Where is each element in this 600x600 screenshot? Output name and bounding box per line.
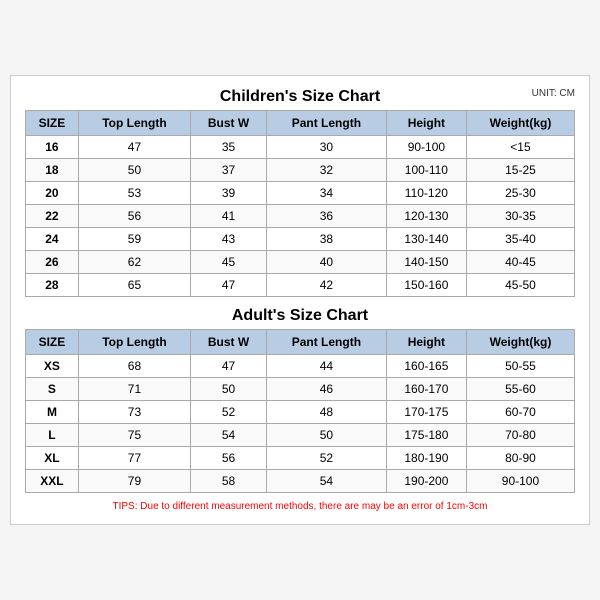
adult-col-header-size: SIZE — [26, 330, 79, 355]
table-row: XXL795854190-20090-100 — [26, 470, 575, 493]
chart-container: Children's Size Chart UNIT: CM SIZE Top … — [10, 75, 590, 525]
col-header-top-length: Top Length — [78, 111, 190, 136]
col-header-weight: Weight(kg) — [466, 111, 574, 136]
table-row: XL775652180-19080-90 — [26, 447, 575, 470]
adult-col-header-height: Height — [386, 330, 466, 355]
adult-col-header-bust-w: Bust W — [191, 330, 267, 355]
children-title: Children's Size Chart UNIT: CM — [25, 88, 575, 106]
table-row: 24594338130-14035-40 — [26, 228, 575, 251]
children-table: SIZE Top Length Bust W Pant Length Heigh… — [25, 110, 575, 297]
col-header-height: Height — [386, 111, 466, 136]
table-row: 22564136120-13030-35 — [26, 205, 575, 228]
col-header-pant-length: Pant Length — [266, 111, 386, 136]
table-row: L755450175-18070-80 — [26, 424, 575, 447]
adult-title: Adult's Size Chart — [25, 307, 575, 325]
table-row: XS684744160-16550-55 — [26, 355, 575, 378]
table-row: 1647353090-100<15 — [26, 136, 575, 159]
col-header-bust-w: Bust W — [191, 111, 267, 136]
col-header-size: SIZE — [26, 111, 79, 136]
table-row: 26624540140-15040-45 — [26, 251, 575, 274]
adult-header-row: SIZE Top Length Bust W Pant Length Heigh… — [26, 330, 575, 355]
table-row: 28654742150-16045-50 — [26, 274, 575, 297]
children-header-row: SIZE Top Length Bust W Pant Length Heigh… — [26, 111, 575, 136]
adult-col-header-pant-length: Pant Length — [266, 330, 386, 355]
adult-col-header-top-length: Top Length — [78, 330, 190, 355]
adult-col-header-weight: Weight(kg) — [466, 330, 574, 355]
unit-label: UNIT: CM — [532, 88, 575, 99]
tips-text: TIPS: Due to different measurement metho… — [25, 501, 575, 512]
table-row: M735248170-17560-70 — [26, 401, 575, 424]
table-row: S715046160-17055-60 — [26, 378, 575, 401]
table-row: 18503732100-11015-25 — [26, 159, 575, 182]
adult-table: SIZE Top Length Bust W Pant Length Heigh… — [25, 329, 575, 493]
table-row: 20533934110-12025-30 — [26, 182, 575, 205]
